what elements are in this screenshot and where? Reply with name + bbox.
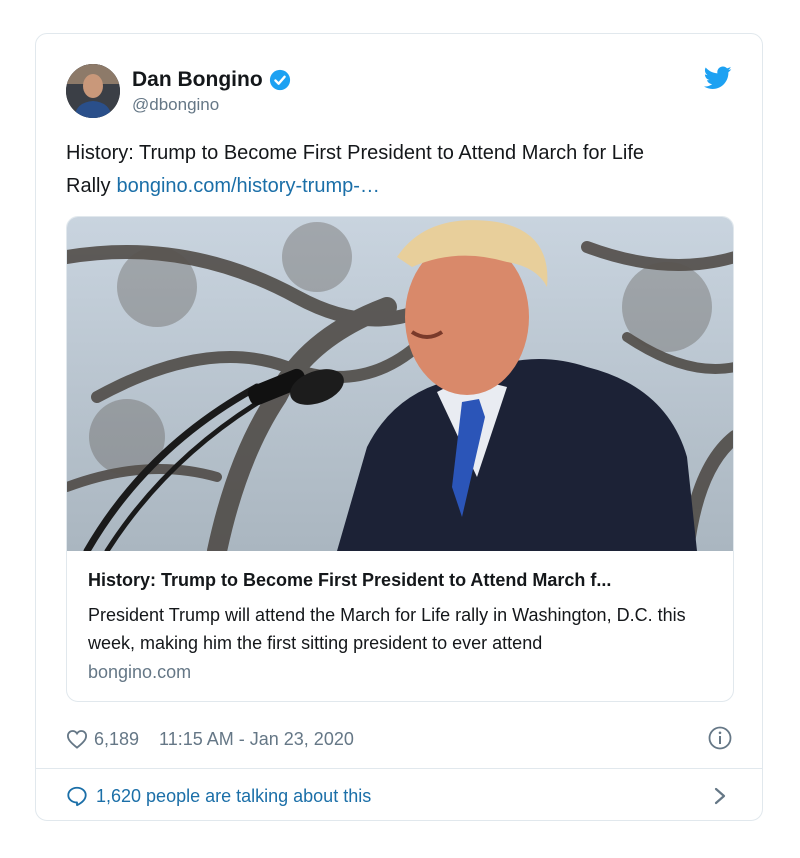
tweet-header: Dan Bongino @dbongino [66, 64, 732, 120]
author-name[interactable]: Dan Bongino [132, 68, 263, 92]
link-card-domain: bongino.com [88, 662, 192, 682]
heart-icon[interactable] [66, 729, 88, 749]
link-card-description: President Trump will attend the March fo… [88, 605, 686, 653]
tweet-timestamp[interactable]: 11:15 AM - Jan 23, 2020 [159, 729, 354, 750]
author-name-row: Dan Bongino [132, 68, 291, 92]
link-card-title: History: Trump to Become First President… [88, 570, 612, 590]
chevron-right-icon[interactable] [714, 787, 726, 805]
tweet-text: History: Trump to Become First President… [66, 137, 746, 203]
conversation-link[interactable]: 1,620 people are talking about this [66, 782, 732, 810]
link-preview-image [67, 217, 733, 551]
tweet-card: Dan Bongino @dbongino History: Trump to … [35, 33, 763, 821]
like-count[interactable]: 6,189 [94, 729, 139, 750]
info-icon[interactable] [708, 726, 732, 750]
talking-count: 1,620 people are talking about this [96, 785, 372, 806]
tweet-meta: 6,189 11:15 AM - Jan 23, 2020 [66, 724, 732, 754]
author-handle[interactable]: @dbongino [132, 95, 219, 115]
twitter-bird-icon[interactable] [704, 66, 732, 90]
speech-bubble-icon [67, 786, 87, 807]
avatar[interactable] [66, 64, 120, 118]
link-preview-card[interactable]: History: Trump to Become First President… [66, 216, 734, 702]
divider [36, 768, 762, 769]
verified-badge-icon [269, 69, 290, 91]
tweet-link[interactable]: bongino.com/history-trump-… [116, 175, 379, 197]
